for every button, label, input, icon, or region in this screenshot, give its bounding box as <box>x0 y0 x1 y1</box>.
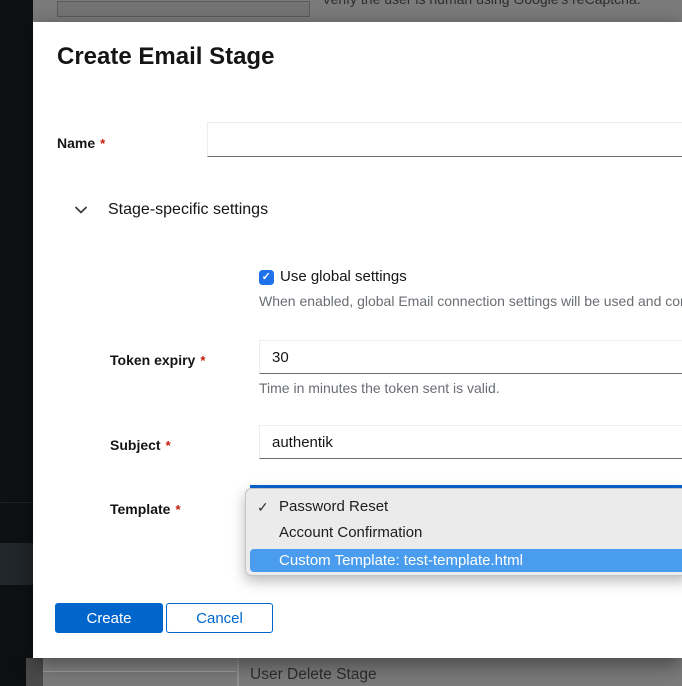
token-expiry-help: Time in minutes the token sent is valid. <box>259 380 682 396</box>
background-row-border <box>43 671 236 672</box>
recaptcha-description: Verify the user is human using Google's … <box>322 0 641 7</box>
checkmark-icon: ✓ <box>262 271 271 283</box>
background-content-top: Verify the user is human using Google's … <box>33 0 682 22</box>
background-table-cell-bottom <box>43 658 237 671</box>
cancel-button[interactable]: Cancel <box>166 603 273 633</box>
sidebar-divider <box>0 502 33 503</box>
app-sidebar <box>0 0 33 686</box>
modal-title: Create Email Stage <box>57 43 274 71</box>
use-global-settings-checkbox[interactable]: ✓ <box>259 270 274 285</box>
background-table-cell <box>57 1 310 17</box>
sidebar-item-dimmed <box>0 543 33 585</box>
subject-input[interactable] <box>259 425 682 459</box>
create-email-stage-modal: Create Email Stage Name* Stage-specific … <box>33 22 682 658</box>
dropdown-option-custom-template[interactable]: Custom Template: test-template.html <box>250 549 682 572</box>
section-title: Stage-specific settings <box>108 201 268 219</box>
create-button[interactable]: Create <box>55 603 163 633</box>
use-global-settings-help: When enabled, global Email connection se… <box>259 293 682 309</box>
name-label: Name* <box>57 135 105 151</box>
background-row-label: User Delete Stage <box>250 666 377 684</box>
required-asterisk: * <box>175 502 180 517</box>
template-dropdown-menu: ✓ Password Reset Account Confirmation Cu… <box>245 488 682 576</box>
template-label: Template* <box>110 501 181 517</box>
subject-label: Subject* <box>110 437 171 453</box>
sidebar-bottom-hatch <box>26 658 43 686</box>
check-icon: ✓ <box>257 494 275 520</box>
required-asterisk: * <box>166 438 171 453</box>
chevron-down-icon <box>74 200 87 220</box>
background-column-divider <box>237 658 239 686</box>
name-input[interactable] <box>207 122 682 157</box>
background-content-bottom: User Delete Stage <box>0 658 682 686</box>
token-expiry-label: Token expiry* <box>110 352 205 368</box>
sidebar-bottom-edge <box>0 658 26 686</box>
dropdown-option-account-confirmation[interactable]: Account Confirmation <box>246 520 682 546</box>
required-asterisk: * <box>200 353 205 368</box>
use-global-settings-label[interactable]: Use global settings <box>280 266 407 288</box>
token-expiry-input[interactable] <box>259 340 682 374</box>
dropdown-option-password-reset[interactable]: ✓ Password Reset <box>246 494 682 520</box>
stage-specific-settings-toggle[interactable]: Stage-specific settings <box>69 200 268 220</box>
required-asterisk: * <box>100 136 105 151</box>
